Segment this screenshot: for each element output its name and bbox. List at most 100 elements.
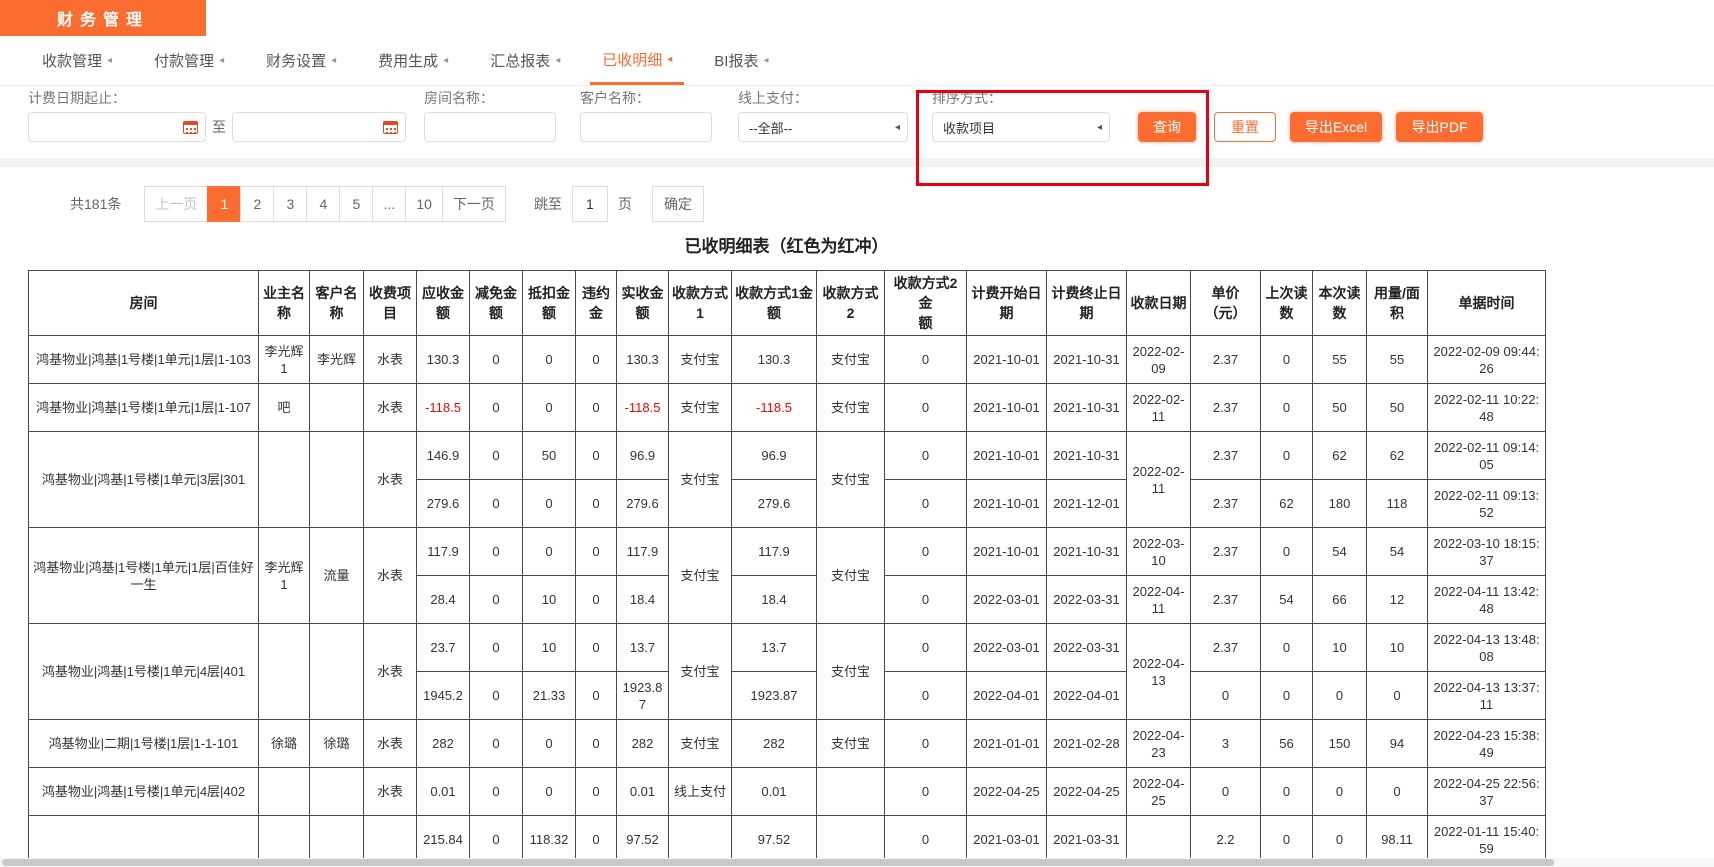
calendar-icon[interactable] bbox=[183, 121, 198, 134]
table-cell: 282 bbox=[417, 720, 470, 768]
table-row: 鸿基物业|鸿基|1号楼|1单元|3层|301水表146.9050096.9支付宝… bbox=[29, 432, 1546, 480]
table-cell: 2021-10-01 bbox=[967, 432, 1047, 480]
date-from-input[interactable] bbox=[28, 112, 206, 142]
table-cell: 0 bbox=[523, 480, 576, 528]
table-cell: 水表 bbox=[364, 624, 417, 720]
reset-button[interactable]: 重置 bbox=[1214, 112, 1276, 142]
table-cell bbox=[29, 816, 259, 864]
room-name-input[interactable] bbox=[424, 112, 556, 142]
table-cell: 2.37 bbox=[1191, 384, 1261, 432]
date-range-separator: 至 bbox=[212, 117, 226, 137]
table-cell: 2.37 bbox=[1191, 624, 1261, 672]
table-cell: 支付宝 bbox=[817, 528, 885, 624]
table-row: 鸿基物业|鸿基|1号楼|1单元|4层|402水表0.010000.01线上支付0… bbox=[29, 768, 1546, 816]
column-header: 单价 （元） bbox=[1191, 271, 1261, 336]
table-cell: 279.6 bbox=[417, 480, 470, 528]
table-cell: 0 bbox=[576, 816, 617, 864]
table-cell: 117.9 bbox=[617, 528, 669, 576]
calendar-icon[interactable] bbox=[383, 121, 398, 134]
tab-label: 财务设置 bbox=[266, 50, 326, 71]
column-header: 计费终止日 期 bbox=[1047, 271, 1127, 336]
table-cell: 2022-02-09 09:44:26 bbox=[1428, 336, 1546, 384]
table-cell: 94 bbox=[1367, 720, 1428, 768]
table-cell: 0 bbox=[576, 672, 617, 720]
caret-icon: ◂ bbox=[895, 122, 900, 133]
export-excel-button[interactable]: 导出Excel bbox=[1290, 112, 1382, 142]
table-cell: 2021-10-31 bbox=[1047, 528, 1127, 576]
table-cell bbox=[817, 768, 885, 816]
table-cell: 130.3 bbox=[732, 336, 817, 384]
table-cell: 2022-02-09 bbox=[1127, 336, 1191, 384]
table-cell: 李光辉1 bbox=[259, 528, 310, 624]
table-cell: 2021-10-01 bbox=[967, 480, 1047, 528]
table-cell: 118 bbox=[1367, 480, 1428, 528]
table-cell: 0 bbox=[470, 672, 523, 720]
table-cell: 0 bbox=[1261, 768, 1313, 816]
table-cell: 2.37 bbox=[1191, 480, 1261, 528]
table-cell bbox=[817, 816, 885, 864]
filter-room-name: 房间名称： bbox=[424, 88, 494, 108]
table-cell: 130.3 bbox=[417, 336, 470, 384]
table-cell: 0.01 bbox=[417, 768, 470, 816]
table-cell bbox=[1127, 816, 1191, 864]
prev-page-button[interactable]: 上一页 bbox=[144, 186, 208, 222]
table-cell: 2021-10-31 bbox=[1047, 336, 1127, 384]
table-cell: 2021-10-01 bbox=[967, 384, 1047, 432]
table-cell bbox=[259, 624, 310, 720]
tab-财务设置[interactable]: 财务设置◂ bbox=[254, 36, 348, 85]
tab-收款管理[interactable]: 收款管理◂ bbox=[30, 36, 124, 85]
table-cell: 2022-04-23 15:38:49 bbox=[1428, 720, 1546, 768]
tab-付款管理[interactable]: 付款管理◂ bbox=[142, 36, 236, 85]
column-header: 客户名 称 bbox=[310, 271, 364, 336]
table-cell: 0 bbox=[523, 528, 576, 576]
tab-费用生成[interactable]: 费用生成◂ bbox=[366, 36, 460, 85]
table-cell: 1923.87 bbox=[732, 672, 817, 720]
table-cell: 0.01 bbox=[617, 768, 669, 816]
export-pdf-button[interactable]: 导出PDF bbox=[1396, 112, 1483, 142]
query-button[interactable]: 查询 bbox=[1138, 112, 1196, 142]
page-button-10[interactable]: 10 bbox=[405, 186, 443, 222]
table-cell bbox=[669, 816, 732, 864]
page-button-5[interactable]: 5 bbox=[339, 186, 373, 222]
table-cell: 118.32 bbox=[523, 816, 576, 864]
table-cell: 0 bbox=[523, 336, 576, 384]
table-cell: 13.7 bbox=[617, 624, 669, 672]
date-to-input[interactable] bbox=[232, 112, 406, 142]
table-cell: 2022-03-10 18:15:37 bbox=[1428, 528, 1546, 576]
page-button-4[interactable]: 4 bbox=[306, 186, 340, 222]
jump-confirm-button[interactable]: 确定 bbox=[652, 186, 704, 222]
tab-BI报表[interactable]: BI报表◂ bbox=[702, 36, 780, 85]
page-ellipsis[interactable]: ... bbox=[372, 186, 406, 222]
table-cell: 支付宝 bbox=[817, 720, 885, 768]
horizontal-scrollbar-thumb[interactable] bbox=[2, 859, 1554, 866]
table-cell: 0 bbox=[470, 384, 523, 432]
next-page-button[interactable]: 下一页 bbox=[442, 186, 506, 222]
table-cell: 水表 bbox=[364, 384, 417, 432]
page-button-3[interactable]: 3 bbox=[273, 186, 307, 222]
jump-page-input[interactable] bbox=[572, 186, 608, 222]
online-pay-select[interactable]: --全部-- ◂ bbox=[738, 112, 908, 142]
table-cell: 水表 bbox=[364, 720, 417, 768]
table-cell: 2022-04-25 22:56:37 bbox=[1428, 768, 1546, 816]
table-cell: 0 bbox=[1261, 432, 1313, 480]
table-cell: 0 bbox=[885, 768, 967, 816]
table-cell bbox=[259, 768, 310, 816]
filter-date-range: 计费日期起止： 至 bbox=[28, 88, 126, 108]
column-header: 收款方式1金 额 bbox=[732, 271, 817, 336]
customer-name-input[interactable] bbox=[580, 112, 712, 142]
caret-icon: ◂ bbox=[219, 55, 224, 66]
table-cell: 流量 bbox=[310, 528, 364, 624]
table-cell: 0 bbox=[1313, 816, 1367, 864]
page-button-2[interactable]: 2 bbox=[240, 186, 274, 222]
table-cell: 0 bbox=[885, 432, 967, 480]
page-button-1[interactable]: 1 bbox=[207, 186, 241, 222]
tab-汇总报表[interactable]: 汇总报表◂ bbox=[478, 36, 572, 85]
sort-mode-select[interactable]: 收款项目 ◂ bbox=[932, 112, 1110, 142]
table-cell: 支付宝 bbox=[817, 336, 885, 384]
table-cell: 50 bbox=[1313, 384, 1367, 432]
table-cell: 2022-02-11 09:13:52 bbox=[1428, 480, 1546, 528]
table-cell bbox=[259, 432, 310, 528]
table-cell: 54 bbox=[1261, 576, 1313, 624]
table-cell: 2022-04-11 bbox=[1127, 576, 1191, 624]
tab-已收明细[interactable]: 已收明细◂ bbox=[590, 36, 684, 85]
